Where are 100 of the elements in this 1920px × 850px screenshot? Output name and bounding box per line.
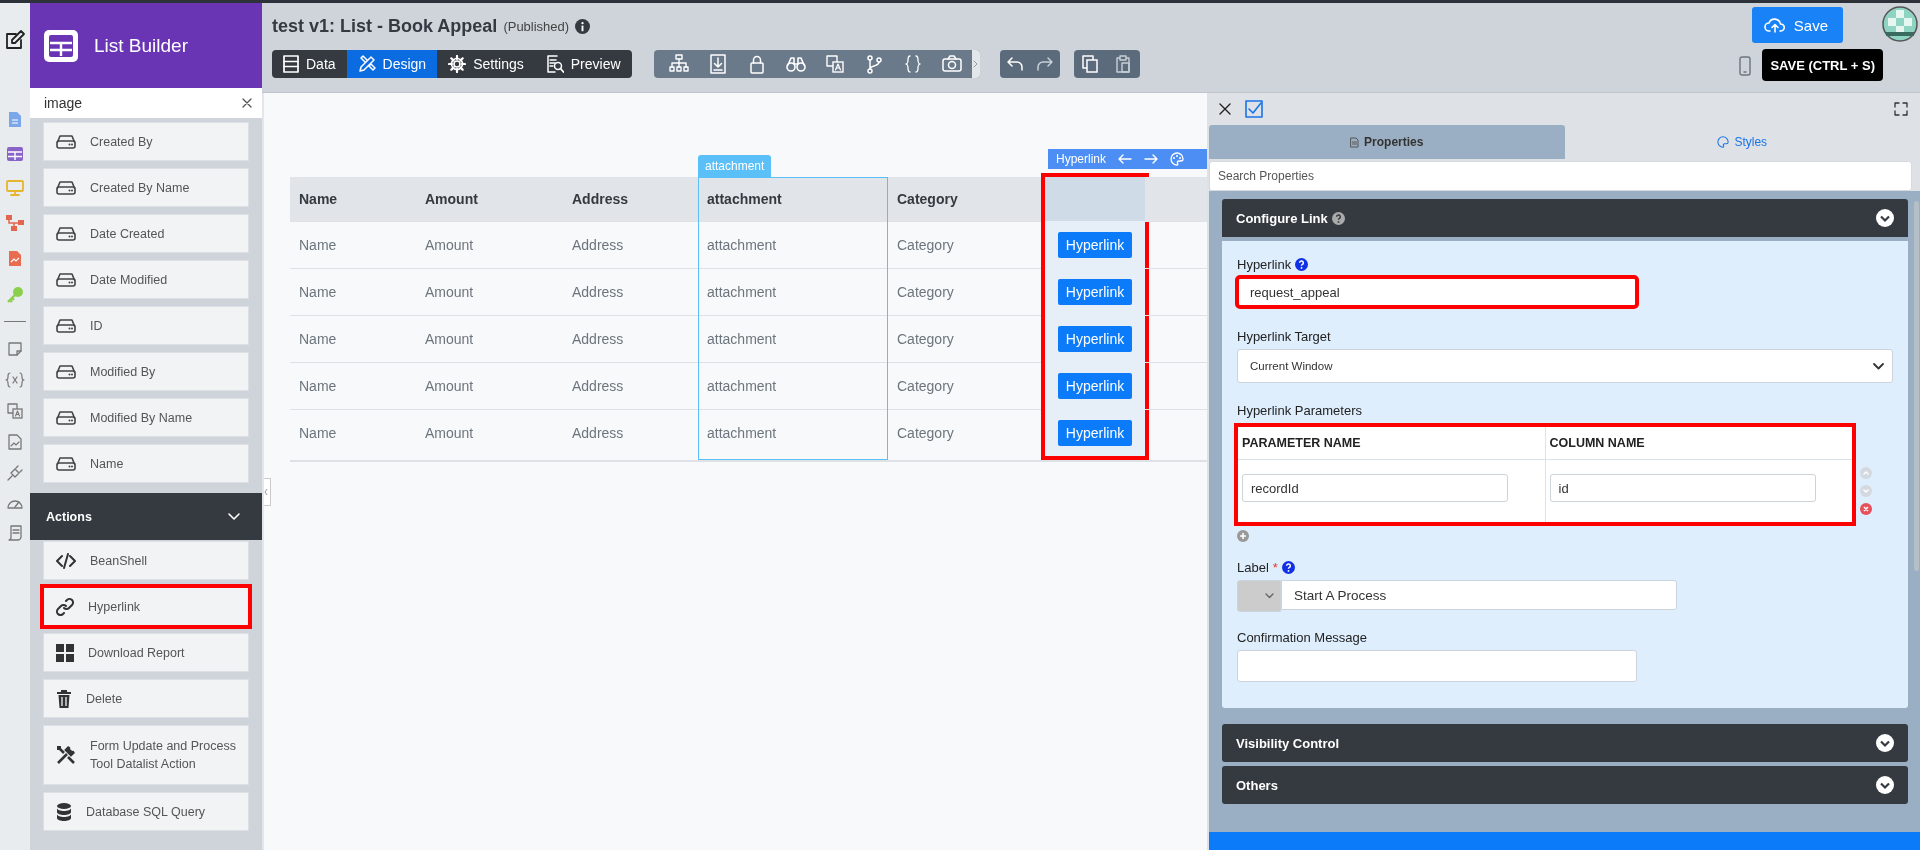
logo [44,29,78,62]
search-field[interactable]: Search Properties [1209,161,1912,191]
redo-icon [1035,56,1054,72]
table-cell: attachment [698,268,888,315]
note-icon [7,341,23,357]
table-cell: attachment [698,315,888,362]
hyperlink-button[interactable]: Hyperlink [1057,278,1133,305]
search-field[interactable]: image [30,88,262,118]
column-header: Name [290,177,416,221]
expand-icon [1894,102,1908,116]
drive-icon [56,364,76,379]
chevron-down-icon [1265,593,1274,599]
table-column[interactable]: Name Name Name Name Name Name [290,177,416,460]
table-cell: Address [563,362,698,409]
palette-item[interactable]: Created By [43,122,249,161]
phone-icon [1739,56,1751,76]
palette-item[interactable]: Form Update and Process Tool Datalist Action [43,725,249,785]
text-field[interactable]: recordId [1242,474,1508,502]
mode-tab[interactable]: Data [272,50,347,78]
variable-icon [5,372,25,388]
palette-item[interactable]: BeanShell [43,541,249,580]
cloud-upload-icon [1763,17,1786,33]
panel-tab[interactable]: Properties [1209,125,1565,159]
hyperlink-button[interactable]: Hyperlink [1057,372,1133,399]
table-cell: Name [290,362,416,409]
checkbox-icon [1245,100,1263,118]
palette-item[interactable]: Name [43,444,249,483]
save-button[interactable]: Save [1751,7,1843,43]
palette-item[interactable]: Modified By [43,352,249,391]
table-column[interactable]: Address Address Address Address Address Address [563,177,698,460]
palette-item[interactable]: Delete [43,679,249,718]
palette-item[interactable]: Date Modified [43,260,249,299]
mode-tab[interactable]: Preview [534,50,632,78]
table-column[interactable]: Amount Amount Amount Amount Amount Amount [416,177,563,460]
more-button[interactable] [971,50,980,78]
drive-icon [56,410,76,425]
clear-icon [242,98,252,108]
palette-item[interactable]: Date Created [43,214,249,253]
mode-tab[interactable]: Design [346,50,438,78]
field-label: Label [1237,560,1269,575]
table-cell: Address [563,409,698,456]
avatar [1882,6,1918,42]
tooltip: SAVE (CTRL + S) [1762,49,1883,81]
status-label: (Published) [503,19,570,34]
scroll-icon [7,525,23,541]
palette-item[interactable]: Hyperlink [43,587,249,626]
database-icon [56,802,72,821]
translate-icon [825,54,846,74]
target-select[interactable]: Current Window [1237,349,1893,383]
help-icon [1331,211,1345,225]
file-icon [1350,136,1360,148]
app-title: List Builder [94,34,188,57]
palette-item[interactable]: Database SQL Query [43,792,249,831]
add-icon [1237,530,1249,542]
collapse-handle[interactable] [264,478,271,506]
drive-icon [56,226,76,241]
document-icon [8,111,22,128]
tools-icon [56,745,76,765]
palette-item[interactable]: Created By Name [43,168,249,207]
chevron-down-icon [1876,209,1894,227]
column-header: COLUMN NAME [1549,436,1645,450]
hyperlink-field[interactable]: request_appeal [1237,277,1637,307]
hyperlink-button[interactable]: Hyperlink [1057,419,1133,446]
scrollbar[interactable] [1914,201,1919,571]
copy-icon [1082,55,1099,73]
key-icon [6,286,24,304]
palette-icon [1717,136,1730,148]
field-label: Hyperlink [1237,257,1292,272]
image-file-icon [8,434,22,450]
label-field[interactable]: Start A Process [1281,580,1677,610]
hyperlink-button[interactable]: Hyperlink [1057,325,1133,352]
gear-icon [448,55,467,73]
palette-item[interactable]: ID [43,306,249,345]
table-column[interactable]: attachment attachment attachment attachment attachment attachment [698,177,888,460]
table-cell: Amount [416,268,563,315]
move-down-icon [1860,485,1872,497]
field-label: Hyperlink Parameters [1237,403,1362,418]
table-cell: Name [290,409,416,456]
table-cell: Amount [416,315,563,362]
section-header[interactable]: Configure Link [1222,199,1908,237]
mode-tab[interactable]: Settings [437,50,535,78]
clipboard-icon [1115,55,1132,73]
section-header[interactable]: Others [1222,766,1908,804]
palette-item[interactable]: Download Report [43,633,249,672]
import-icon [708,54,729,74]
text-field[interactable]: id [1549,474,1816,502]
section-header[interactable]: Actions [30,493,262,540]
chevron-down-icon [1873,362,1884,370]
palette-item[interactable]: Modified By Name [43,398,249,437]
column-tag: attachment [698,155,772,177]
field-label: Hyperlink Target [1237,329,1331,344]
table-cell: Name [290,221,416,268]
plug-icon [7,465,23,481]
confirmation-field[interactable] [1237,650,1637,682]
chevron-down-icon [1876,734,1894,752]
drive-icon [56,272,76,287]
column-toolbar: Hyperlink [1048,149,1207,169]
code-icon [56,552,76,569]
hyperlink-button[interactable]: Hyperlink [1057,231,1133,258]
section-header[interactable]: Visibility Control [1222,724,1908,762]
